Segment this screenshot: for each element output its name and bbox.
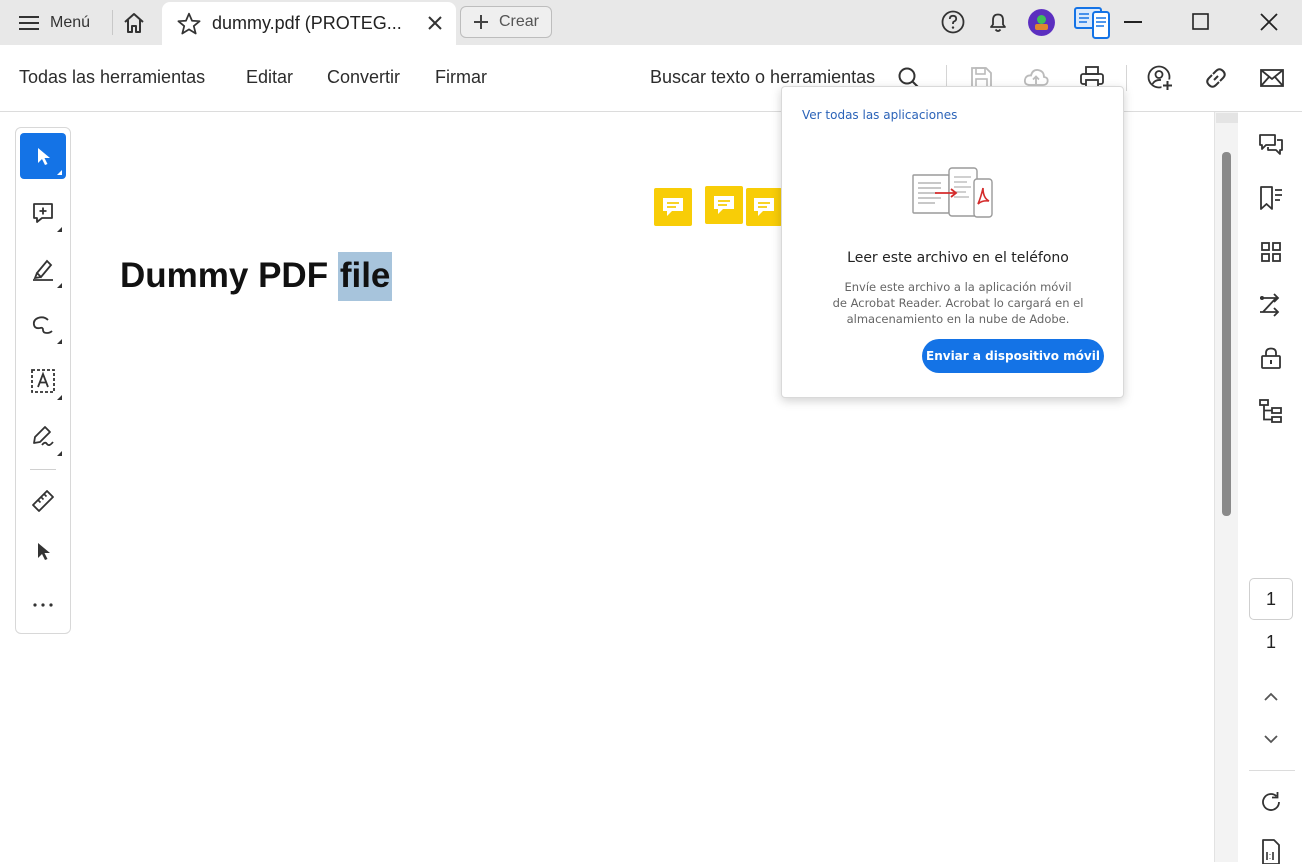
plus-icon [473, 15, 488, 29]
add-comment-button[interactable] [20, 190, 66, 236]
previous-page-button[interactable] [1256, 682, 1286, 712]
highlight-icon [33, 259, 53, 281]
scrollbar-thumb[interactable] [1222, 152, 1231, 516]
hamburger-icon [19, 15, 39, 30]
link-icon[interactable] [1202, 64, 1230, 92]
phone-transfer-illustration [911, 165, 995, 223]
popup-description-line: Envíe este archivo a la aplicación móvil [844, 280, 1072, 294]
create-button[interactable]: Crear [460, 6, 552, 38]
menu-edit[interactable]: Editar [246, 67, 293, 88]
share-user-icon[interactable] [1146, 64, 1174, 92]
protect-button[interactable] [1256, 343, 1286, 373]
more-tools-button[interactable] [20, 582, 66, 628]
scroll-up-button[interactable] [1216, 113, 1238, 123]
add-comment-icon [33, 203, 53, 223]
sticky-note-comment[interactable] [705, 186, 743, 224]
comment-icon [663, 198, 683, 216]
chevron-down-icon [1264, 735, 1278, 744]
close-tab-icon[interactable] [426, 14, 444, 32]
sticky-note-comment[interactable] [654, 188, 692, 226]
popup-description-line: de Acrobat Reader. Acrobat lo cargará en… [832, 296, 1084, 310]
sign-button[interactable] [20, 414, 66, 460]
organize-pages-button[interactable] [1256, 290, 1286, 320]
bookmarks-panel-button[interactable] [1256, 183, 1286, 213]
document-heading: Dummy PDF file [120, 252, 393, 301]
protect-icon [1261, 347, 1281, 369]
thumbnails-icon [1261, 242, 1281, 262]
comments-panel-button[interactable] [1256, 130, 1286, 160]
separator [112, 10, 113, 35]
thumbnails-panel-button[interactable] [1256, 237, 1286, 267]
home-icon [124, 12, 144, 33]
send-to-mobile-button[interactable]: Enviar a dispositivo móvil [922, 339, 1104, 373]
organize-icon [1260, 293, 1280, 317]
view-all-apps-link[interactable]: Ver todas las aplicaciones [802, 108, 957, 122]
more-icon [33, 603, 53, 607]
rotate-icon [1262, 792, 1280, 811]
avatar[interactable] [1028, 9, 1055, 36]
highlight-button[interactable] [20, 246, 66, 292]
sign-icon [33, 426, 54, 447]
search-tools-field[interactable]: Buscar texto o herramientas [650, 67, 875, 88]
next-page-button[interactable] [1256, 724, 1286, 754]
tab-title: dummy.pdf (PROTEG... [212, 13, 402, 33]
measure-button[interactable] [20, 478, 66, 524]
create-label: Crear [498, 13, 539, 30]
heading-text: Dummy PDF [120, 256, 338, 295]
rotate-button[interactable] [1256, 787, 1286, 817]
minimize-icon [1124, 21, 1142, 23]
bookmarks-icon [1260, 186, 1282, 210]
text-box-button[interactable] [20, 358, 66, 404]
select-arrow-icon [38, 148, 50, 165]
menu-sign[interactable]: Firmar [435, 67, 487, 88]
menu-label: Menú [50, 13, 91, 31]
menu-button[interactable]: Menú [8, 6, 100, 39]
rail-separator [1249, 770, 1295, 771]
popup-title: Leer este archivo en el teléfono [847, 250, 1069, 266]
select-tool-button[interactable] [20, 133, 66, 179]
quick-tools-rail [15, 127, 71, 634]
sticky-note-comment[interactable] [746, 188, 782, 226]
measure-icon [32, 490, 54, 512]
draw-button[interactable] [20, 302, 66, 348]
home-button[interactable] [118, 6, 150, 39]
structure-button[interactable] [1256, 396, 1286, 426]
comment-icon [714, 196, 734, 214]
title-bar: Menú dummy.pdf (PROTEG... Crear [0, 0, 1302, 45]
mobile-app-popup: Ver todas las aplicaciones Leer este arc… [781, 86, 1124, 398]
popup-description-line: almacenamiento en la nube de Adobe. [846, 312, 1070, 326]
bell-icon[interactable] [985, 9, 1011, 35]
close-icon [1260, 13, 1278, 31]
maximize-button[interactable] [1186, 8, 1216, 36]
close-window-button[interactable] [1254, 8, 1284, 36]
total-pages: 1 [1265, 632, 1276, 652]
comments-icon [1259, 134, 1283, 155]
mail-icon[interactable] [1258, 64, 1286, 92]
menu-convert[interactable]: Convertir [327, 67, 400, 88]
selected-text[interactable]: file [337, 252, 393, 301]
star-icon[interactable] [176, 11, 202, 37]
page-fit-icon [1262, 839, 1280, 864]
chevron-up-icon [1264, 692, 1278, 701]
menu-all-tools[interactable]: Todas las herramientas [19, 67, 205, 88]
rail-divider [30, 469, 56, 470]
devices-icon[interactable] [1074, 6, 1112, 40]
cursor-icon [38, 543, 50, 560]
document-tab[interactable]: dummy.pdf (PROTEG... [162, 2, 456, 45]
popup-description: Envíe este archivo a la aplicación móvil… [812, 279, 1104, 327]
minimize-button[interactable] [1118, 8, 1148, 36]
maximize-icon [1192, 13, 1209, 30]
draw-icon [32, 316, 53, 334]
cursor-button[interactable] [20, 528, 66, 574]
current-page-input[interactable]: 1 [1249, 578, 1293, 620]
text-box-icon [31, 369, 55, 393]
structure-icon [1259, 399, 1282, 423]
toolbar-separator [1126, 65, 1127, 91]
comment-icon [754, 198, 774, 216]
help-icon[interactable] [940, 9, 966, 35]
